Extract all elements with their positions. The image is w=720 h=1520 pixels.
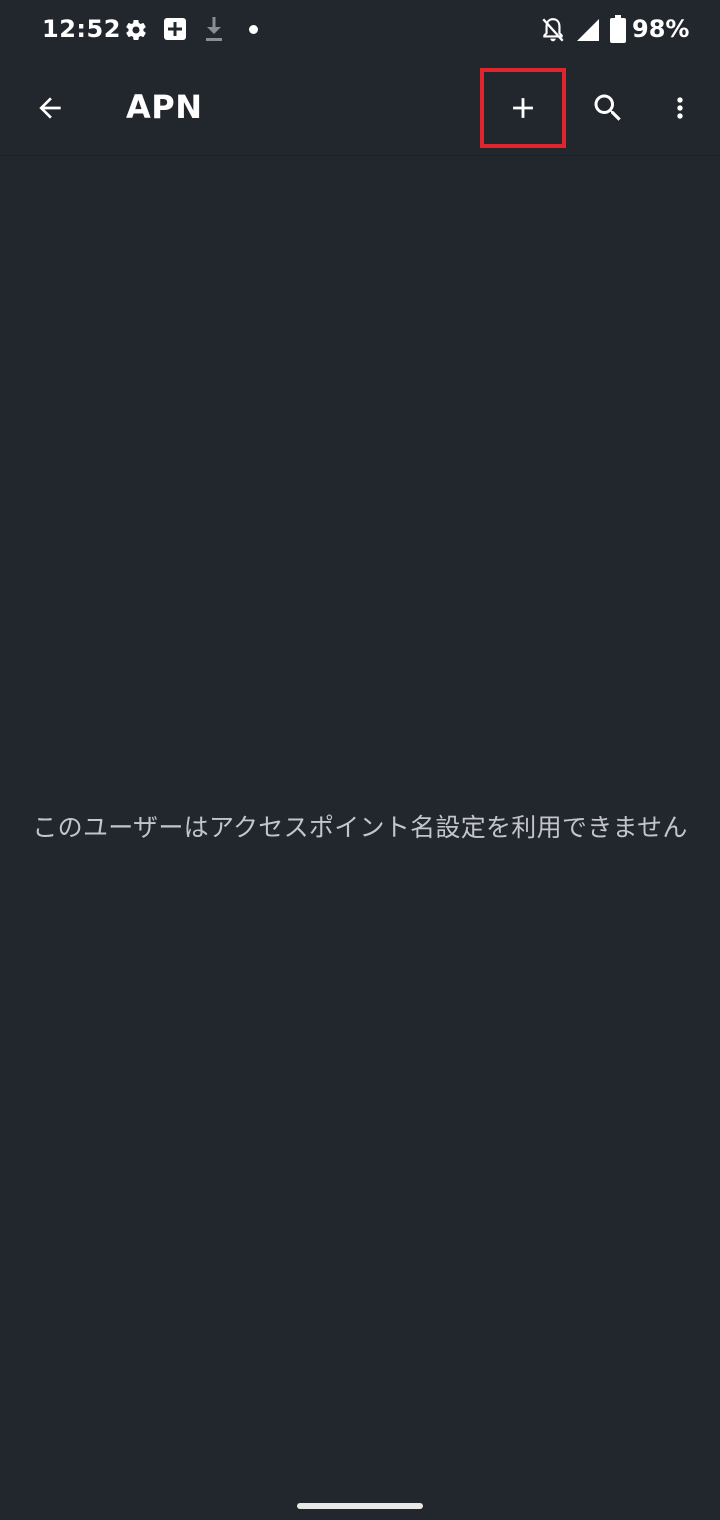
- back-arrow-icon: [39, 97, 61, 119]
- status-bar: 12:52 98%: [0, 0, 720, 60]
- more-vert-icon: [677, 97, 683, 119]
- download-icon: [206, 17, 222, 41]
- empty-state-message: このユーザーはアクセスポイント名設定を利用できません: [32, 813, 688, 842]
- bell-off-icon: [542, 18, 564, 42]
- status-time: 12:52: [42, 15, 121, 43]
- signal-icon: [577, 19, 599, 41]
- page-title: APN: [126, 88, 203, 126]
- gear-icon: [126, 20, 146, 41]
- more-options-button[interactable]: [660, 80, 700, 136]
- gesture-nav-handle[interactable]: [297, 1503, 423, 1509]
- plus-box-icon: [164, 18, 186, 40]
- search-button[interactable]: [580, 80, 636, 136]
- plus-icon: [513, 98, 533, 118]
- dot-icon: [249, 25, 258, 34]
- back-button[interactable]: [24, 80, 76, 136]
- apn-screen: 12:52 98% APN このユーザーはアクセスポイント名設定を利用できません: [0, 0, 720, 1520]
- search-icon: [594, 94, 621, 121]
- add-apn-button[interactable]: [480, 68, 566, 148]
- battery-icon: [610, 15, 626, 43]
- app-bar: APN: [0, 60, 720, 156]
- battery-percentage: 98%: [632, 15, 690, 43]
